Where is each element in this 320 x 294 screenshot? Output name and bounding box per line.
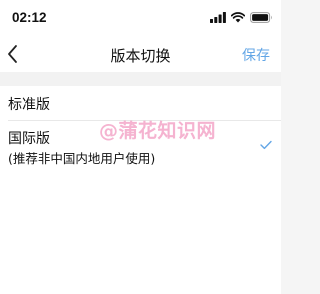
checkmark-icon	[260, 140, 272, 150]
watermark: @蒲花知识网	[99, 120, 217, 142]
page-title: 版本切换	[110, 47, 171, 65]
wifi-icon	[231, 11, 245, 22]
section-gap	[0, 72, 281, 86]
nav-bar: 版本切换 保存	[0, 36, 281, 72]
battery-icon	[250, 11, 272, 23]
option-sublabel: (推荐非中国内地用户使用)	[8, 151, 156, 166]
status-time: 02:12	[12, 10, 47, 25]
save-button[interactable]: 保存	[242, 45, 270, 65]
status-icons	[210, 11, 273, 23]
status-bar: 02:12	[0, 0, 281, 36]
option-label: 国际版	[8, 131, 50, 147]
signal-icon	[210, 11, 226, 23]
option-standard-version[interactable]: 标准版	[0, 86, 281, 120]
option-label: 标准版	[8, 97, 50, 113]
